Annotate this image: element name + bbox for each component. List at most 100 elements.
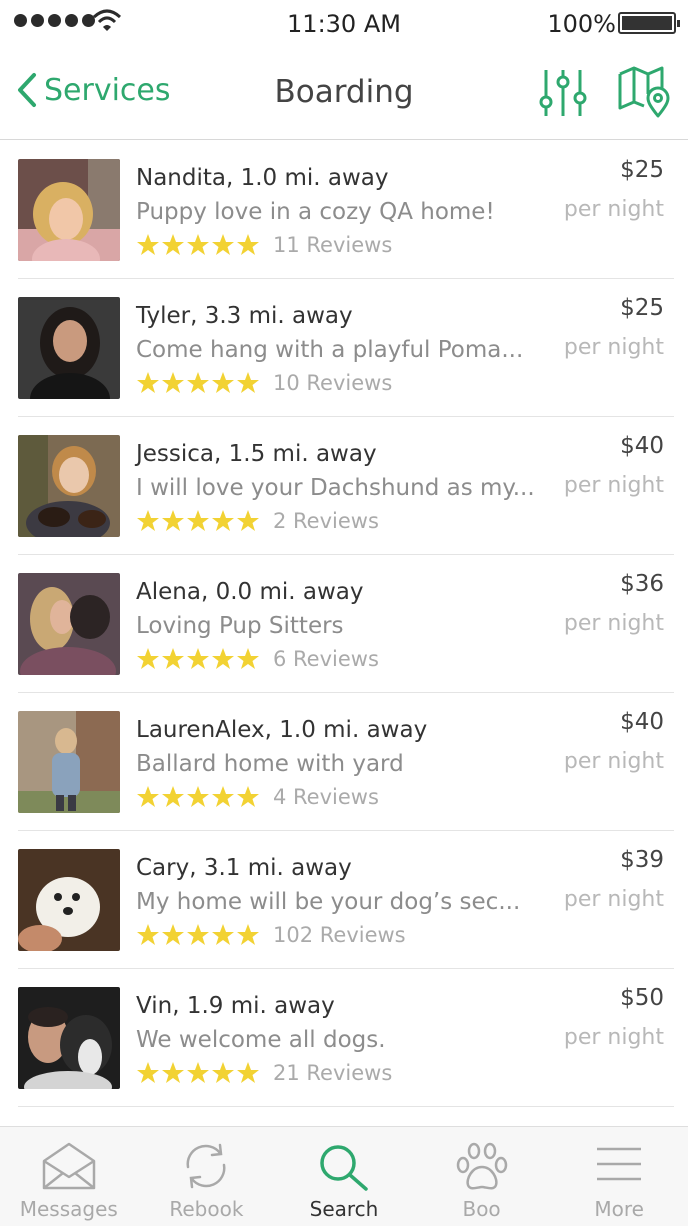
navigation-bar: Services Boarding <box>0 48 688 140</box>
rating: 6 Reviews <box>136 647 379 671</box>
star-icon <box>212 924 234 945</box>
sitter-tagline: Ballard home with yard <box>136 751 404 777</box>
star-icon <box>162 234 184 255</box>
list-item[interactable]: LaurenAlex, 1.0 mi. away Ballard home wi… <box>18 693 674 831</box>
star-icon <box>137 510 159 531</box>
battery-icon <box>618 12 680 34</box>
star-icon <box>162 510 184 531</box>
envelope-icon <box>42 1142 96 1190</box>
refresh-icon <box>186 1143 226 1189</box>
tab-more[interactable]: More <box>550 1127 688 1226</box>
sitter-tagline: Come hang with a playful Poma... <box>136 337 524 363</box>
sitter-tagline: Puppy love in a cozy QA home! <box>136 199 495 225</box>
review-count: 10 Reviews <box>273 371 393 395</box>
sitter-name: Nandita, 1.0 mi. away <box>136 165 389 191</box>
review-count: 21 Reviews <box>273 1061 393 1085</box>
star-icon <box>162 1062 184 1083</box>
star-icon <box>212 234 234 255</box>
price: $36 <box>620 571 664 597</box>
rating: 4 Reviews <box>136 785 379 809</box>
tab-label: Boo <box>462 1197 501 1221</box>
list-item[interactable]: Tyler, 3.3 mi. away Come hang with a pla… <box>18 279 674 417</box>
star-icon <box>212 372 234 393</box>
star-icon <box>187 1062 209 1083</box>
sitter-tagline: We welcome all dogs. <box>136 1027 386 1053</box>
star-icon <box>237 1062 259 1083</box>
battery-percent: 100% <box>547 10 616 38</box>
star-icon <box>237 372 259 393</box>
star-icon <box>187 648 209 669</box>
star-icon <box>137 648 159 669</box>
review-count: 4 Reviews <box>273 785 379 809</box>
tab-rebook[interactable]: Rebook <box>138 1127 276 1226</box>
sliders-icon <box>539 70 587 116</box>
price-unit: per night <box>563 1025 664 1050</box>
avatar <box>18 849 120 951</box>
sitter-name: Cary, 3.1 mi. away <box>136 855 352 881</box>
star-icon <box>212 786 234 807</box>
avatar <box>18 711 120 813</box>
star-icon <box>212 648 234 669</box>
price: $40 <box>620 433 664 459</box>
star-icon <box>187 786 209 807</box>
price-unit: per night <box>563 197 664 222</box>
tab-boo[interactable]: Boo <box>413 1127 551 1226</box>
star-icon <box>137 786 159 807</box>
avatar <box>18 987 120 1089</box>
avatar <box>18 573 120 675</box>
tab-label: Messages <box>19 1197 118 1221</box>
rating: 10 Reviews <box>136 371 392 395</box>
price: $25 <box>620 157 664 183</box>
star-icon <box>187 924 209 945</box>
tab-search[interactable]: Search <box>275 1127 413 1226</box>
star-icon <box>137 924 159 945</box>
star-icon <box>237 648 259 669</box>
price-unit: per night <box>563 473 664 498</box>
star-icon <box>162 648 184 669</box>
star-icon <box>137 372 159 393</box>
price-unit: per night <box>563 887 664 912</box>
list-item[interactable]: Jessica, 1.5 mi. away I will love your D… <box>18 417 674 555</box>
review-count: 6 Reviews <box>273 647 379 671</box>
star-icon <box>162 372 184 393</box>
sitter-name: Jessica, 1.5 mi. away <box>136 441 377 467</box>
tab-label: Search <box>309 1197 379 1221</box>
list-item[interactable]: Nandita, 1.0 mi. away Puppy love in a co… <box>18 141 674 279</box>
star-rating-icon <box>136 923 261 947</box>
star-rating-icon <box>136 371 261 395</box>
star-rating-icon <box>136 1061 261 1085</box>
tab-label: More <box>594 1197 644 1221</box>
rating: 11 Reviews <box>136 233 392 257</box>
sitter-list: Nandita, 1.0 mi. away Puppy love in a co… <box>0 141 688 1107</box>
rating: 102 Reviews <box>136 923 406 947</box>
sitter-tagline: My home will be your dog’s sec... <box>136 889 521 915</box>
tab-messages[interactable]: Messages <box>0 1127 138 1226</box>
tab-bar: Messages Rebook Search Boo More <box>0 1126 688 1226</box>
sitter-name: Alena, 0.0 mi. away <box>136 579 364 605</box>
status-bar: 11:30 AM 100% <box>0 0 688 48</box>
list-item[interactable]: Vin, 1.9 mi. away We welcome all dogs. 2… <box>18 969 674 1107</box>
review-count: 2 Reviews <box>273 509 379 533</box>
star-icon <box>237 786 259 807</box>
sitter-name: Tyler, 3.3 mi. away <box>136 303 353 329</box>
star-icon <box>187 372 209 393</box>
rating: 21 Reviews <box>136 1061 392 1085</box>
list-item[interactable]: Cary, 3.1 mi. away My home will be your … <box>18 831 674 969</box>
map-button[interactable] <box>616 64 676 124</box>
tab-label: Rebook <box>169 1197 244 1221</box>
review-count: 11 Reviews <box>273 233 393 257</box>
paw-icon <box>456 1142 507 1190</box>
star-icon <box>162 786 184 807</box>
search-icon <box>320 1145 368 1191</box>
map-icon <box>618 66 670 118</box>
review-count: 102 Reviews <box>273 923 406 947</box>
sitter-name: Vin, 1.9 mi. away <box>136 993 335 1019</box>
list-item[interactable]: Alena, 0.0 mi. away Loving Pup Sitters 6… <box>18 555 674 693</box>
avatar <box>18 435 120 537</box>
avatar <box>18 159 120 261</box>
price: $25 <box>620 295 664 321</box>
price: $39 <box>620 847 664 873</box>
sitter-name: LaurenAlex, 1.0 mi. away <box>136 717 428 743</box>
filter-button[interactable] <box>536 66 590 124</box>
star-icon <box>162 924 184 945</box>
